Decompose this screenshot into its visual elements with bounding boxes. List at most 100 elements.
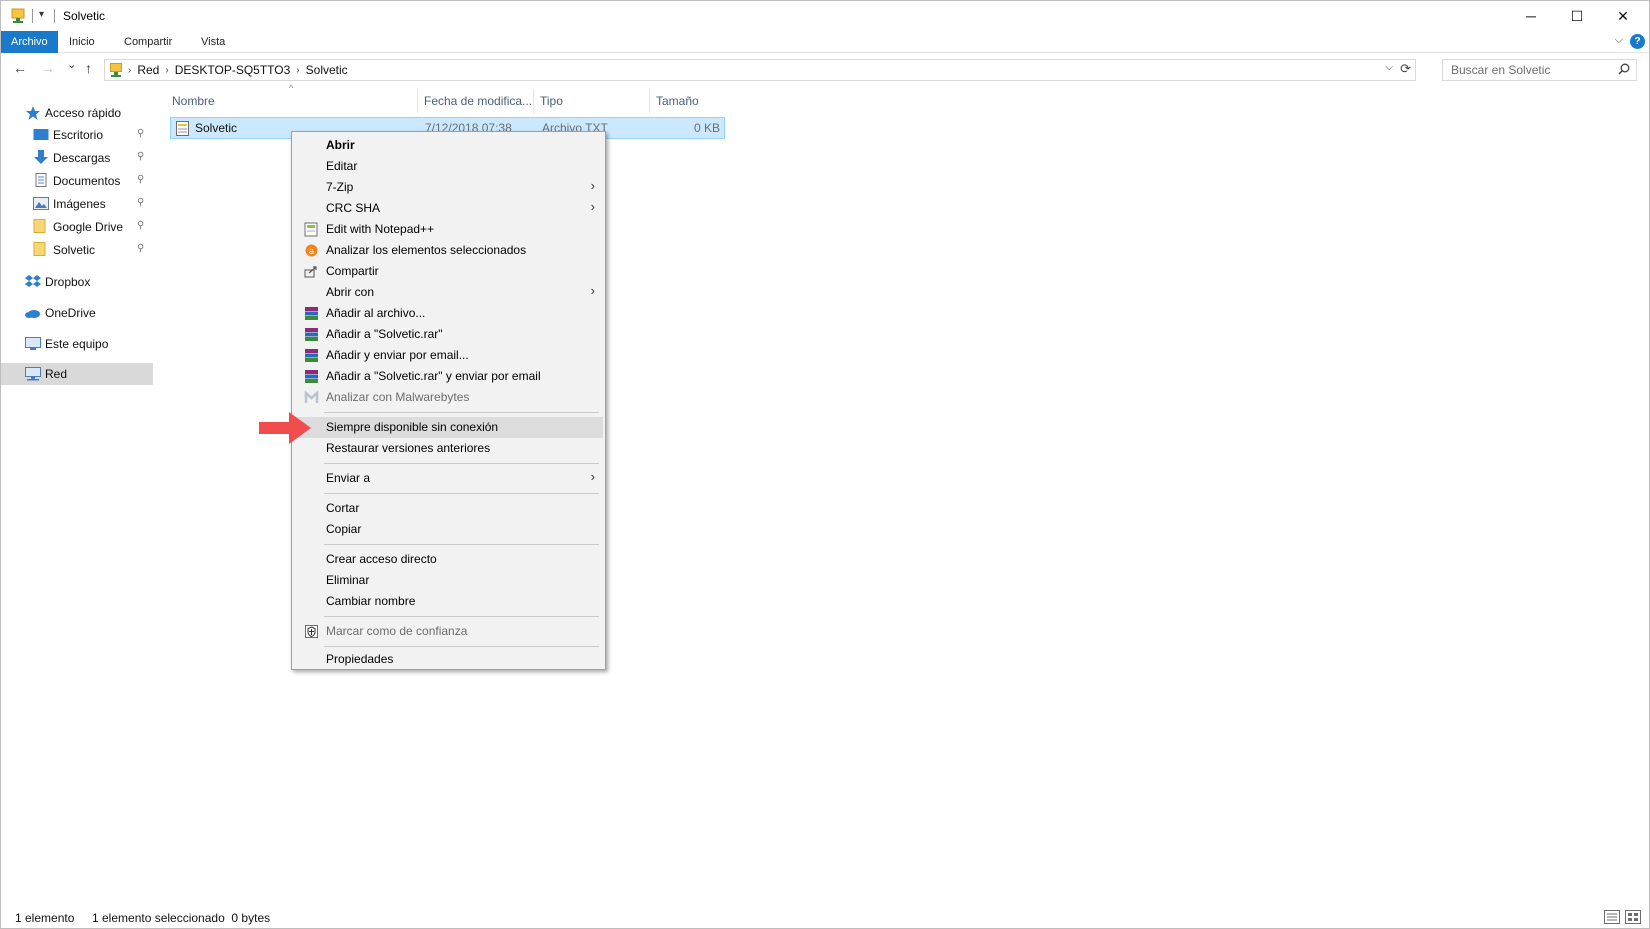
menu-item-label: Añadir y enviar por email... bbox=[326, 348, 469, 362]
folder-icon bbox=[33, 242, 46, 256]
sidebar-item-este-equipo[interactable]: Este equipo bbox=[1, 333, 153, 355]
sidebar-item-dropbox[interactable]: Dropbox bbox=[1, 271, 153, 293]
sidebar-item-acceso-rapido[interactable]: Acceso rápido bbox=[1, 102, 153, 124]
menu-item-analizar-avast[interactable]: a Analizar los elementos seleccionados bbox=[294, 240, 603, 261]
winrar-icon bbox=[305, 349, 318, 362]
pin-icon[interactable]: ⚲ bbox=[137, 128, 144, 139]
menu-item-abrir-con[interactable]: Abrir con › bbox=[294, 282, 603, 303]
sidebar-item-google-drive[interactable]: Google Drive ⚲ bbox=[1, 216, 153, 238]
help-icon[interactable]: ? bbox=[1630, 34, 1645, 49]
tab-compartir[interactable]: Compartir bbox=[114, 31, 182, 53]
avast-icon: a bbox=[305, 244, 318, 257]
sidebar-item-label: Google Drive bbox=[53, 220, 124, 234]
sidebar-item-descargas[interactable]: Descargas ⚲ bbox=[1, 147, 153, 169]
pin-icon[interactable]: ⚲ bbox=[137, 220, 144, 231]
navigation-pane: Acceso rápido Escritorio ⚲ Descargas ⚲ D… bbox=[1, 97, 153, 397]
submenu-arrow-icon: › bbox=[590, 469, 595, 484]
menu-item-enviar-a[interactable]: Enviar a › bbox=[294, 468, 603, 489]
menu-item-cortar[interactable]: Cortar bbox=[294, 498, 603, 519]
sidebar-item-red[interactable]: Red bbox=[1, 363, 153, 385]
menu-separator bbox=[324, 412, 599, 413]
share-icon bbox=[304, 266, 317, 278]
maximize-button[interactable]: ☐ bbox=[1554, 1, 1600, 31]
sidebar-item-onedrive[interactable]: OneDrive bbox=[1, 302, 153, 324]
large-icons-view-icon[interactable] bbox=[1625, 910, 1641, 924]
sidebar-item-imagenes[interactable]: Imágenes ⚲ bbox=[1, 193, 153, 215]
submenu-arrow-icon: › bbox=[590, 178, 595, 193]
menu-item-label: Compartir bbox=[326, 264, 379, 278]
column-header-tipo[interactable]: Tipo bbox=[534, 89, 650, 113]
close-button[interactable]: ✕ bbox=[1600, 1, 1646, 31]
menu-item-label: Añadir al archivo... bbox=[326, 306, 426, 320]
context-menu: Abrir Editar 7-Zip › CRC SHA › Edit with N… bbox=[291, 131, 606, 670]
pin-icon[interactable]: ⚲ bbox=[137, 151, 144, 162]
pin-icon[interactable]: ⚲ bbox=[137, 243, 144, 254]
search-input[interactable]: Buscar en Solvetic bbox=[1442, 59, 1637, 81]
window-title: Solvetic bbox=[63, 9, 106, 23]
breadcrumb-red[interactable]: Red bbox=[137, 63, 159, 77]
menu-item-copiar[interactable]: Copiar bbox=[294, 519, 603, 540]
column-header-fecha[interactable]: Fecha de modifica... bbox=[418, 89, 534, 113]
text-file-icon bbox=[176, 121, 189, 136]
tab-inicio[interactable]: Inicio bbox=[59, 31, 105, 53]
computer-icon bbox=[25, 337, 41, 350]
menu-item-siempre-disponible[interactable]: Siempre disponible sin conexión bbox=[294, 417, 603, 438]
tab-archivo[interactable]: Archivo bbox=[1, 31, 58, 53]
breadcrumb-desktop[interactable]: DESKTOP-SQ5TTO3 bbox=[175, 63, 291, 77]
menu-item-anadir-rar[interactable]: Añadir a "Solvetic.rar" bbox=[294, 324, 603, 345]
address-bar[interactable]: › Red › DESKTOP-SQ5TTO3 › Solvetic ⌵ ⟳ bbox=[104, 59, 1416, 81]
menu-item-anadir-rar-email[interactable]: Añadir a "Solvetic.rar" y enviar por ema… bbox=[294, 366, 603, 387]
sidebar-item-label: Este equipo bbox=[45, 337, 109, 351]
pin-icon[interactable]: ⚲ bbox=[137, 197, 144, 208]
status-item-count: 1 elemento bbox=[15, 911, 75, 925]
menu-item-anadir-archivo[interactable]: Añadir al archivo... bbox=[294, 303, 603, 324]
breadcrumb-solvetic[interactable]: Solvetic bbox=[306, 63, 348, 77]
menu-item-edit-notepad[interactable]: Edit with Notepad++ bbox=[294, 219, 603, 240]
customize-toolbar-icon[interactable]: ▾ bbox=[39, 9, 44, 20]
menu-item-malwarebytes[interactable]: Analizar con Malwarebytes bbox=[294, 387, 603, 408]
recent-locations-button[interactable]: ⌄ bbox=[67, 58, 76, 71]
up-button[interactable]: ↑ bbox=[85, 60, 92, 76]
sidebar-item-escritorio[interactable]: Escritorio ⚲ bbox=[1, 124, 153, 146]
menu-separator bbox=[324, 463, 599, 464]
menu-item-editar[interactable]: Editar bbox=[294, 156, 603, 177]
forward-button[interactable]: → bbox=[41, 60, 55, 76]
menu-item-abrir[interactable]: Abrir bbox=[294, 135, 603, 156]
menu-item-crear-acceso-directo[interactable]: Crear acceso directo bbox=[294, 549, 603, 570]
sidebar-item-documentos[interactable]: Documentos ⚲ bbox=[1, 170, 153, 192]
menu-item-crc-sha[interactable]: CRC SHA › bbox=[294, 198, 603, 219]
menu-item-propiedades[interactable]: Propiedades bbox=[294, 649, 603, 670]
back-button[interactable]: ← bbox=[13, 60, 27, 76]
sidebar-item-label: Solvetic bbox=[53, 243, 96, 257]
network-icon bbox=[25, 367, 41, 381]
desktop-icon bbox=[33, 129, 49, 140]
tab-vista[interactable]: Vista bbox=[191, 31, 235, 53]
menu-item-anadir-enviar-email[interactable]: Añadir y enviar por email... bbox=[294, 345, 603, 366]
menu-item-marcar-confianza[interactable]: Marcar como de confianza bbox=[294, 621, 603, 642]
column-header-tamano[interactable]: Tamaño bbox=[650, 89, 726, 113]
pictures-icon bbox=[33, 197, 49, 210]
details-view-icon[interactable] bbox=[1604, 910, 1620, 924]
svg-text:a: a bbox=[309, 247, 315, 257]
breadcrumb-separator[interactable]: › bbox=[165, 65, 168, 76]
pin-icon[interactable]: ⚲ bbox=[137, 174, 144, 185]
onedrive-icon bbox=[25, 310, 40, 318]
menu-item-label: Añadir a "Solvetic.rar" y enviar por ema… bbox=[326, 369, 541, 383]
menu-item-7zip[interactable]: 7-Zip › bbox=[294, 177, 603, 198]
menu-item-eliminar[interactable]: Eliminar bbox=[294, 570, 603, 591]
annotation-arrow-icon bbox=[259, 412, 311, 444]
menu-item-compartir[interactable]: Compartir bbox=[294, 261, 603, 282]
expand-ribbon-icon[interactable]: ⌵ bbox=[1615, 34, 1623, 47]
column-header-nombre[interactable]: Nombre bbox=[166, 89, 418, 113]
menu-item-restaurar-versiones[interactable]: Restaurar versiones anteriores bbox=[294, 438, 603, 459]
minimize-button[interactable]: ─ bbox=[1508, 1, 1554, 31]
refresh-icon[interactable]: ⟳ bbox=[1400, 61, 1411, 77]
star-icon bbox=[26, 106, 40, 120]
menu-item-label: Editar bbox=[326, 159, 358, 173]
menu-item-cambiar-nombre[interactable]: Cambiar nombre bbox=[294, 591, 603, 612]
breadcrumb-separator[interactable]: › bbox=[296, 65, 299, 76]
trust-shield-icon bbox=[305, 625, 318, 638]
menu-item-label: Propiedades bbox=[326, 652, 394, 666]
sidebar-item-solvetic[interactable]: Solvetic ⚲ bbox=[1, 239, 153, 261]
address-dropdown-icon[interactable]: ⌵ bbox=[1385, 62, 1393, 73]
